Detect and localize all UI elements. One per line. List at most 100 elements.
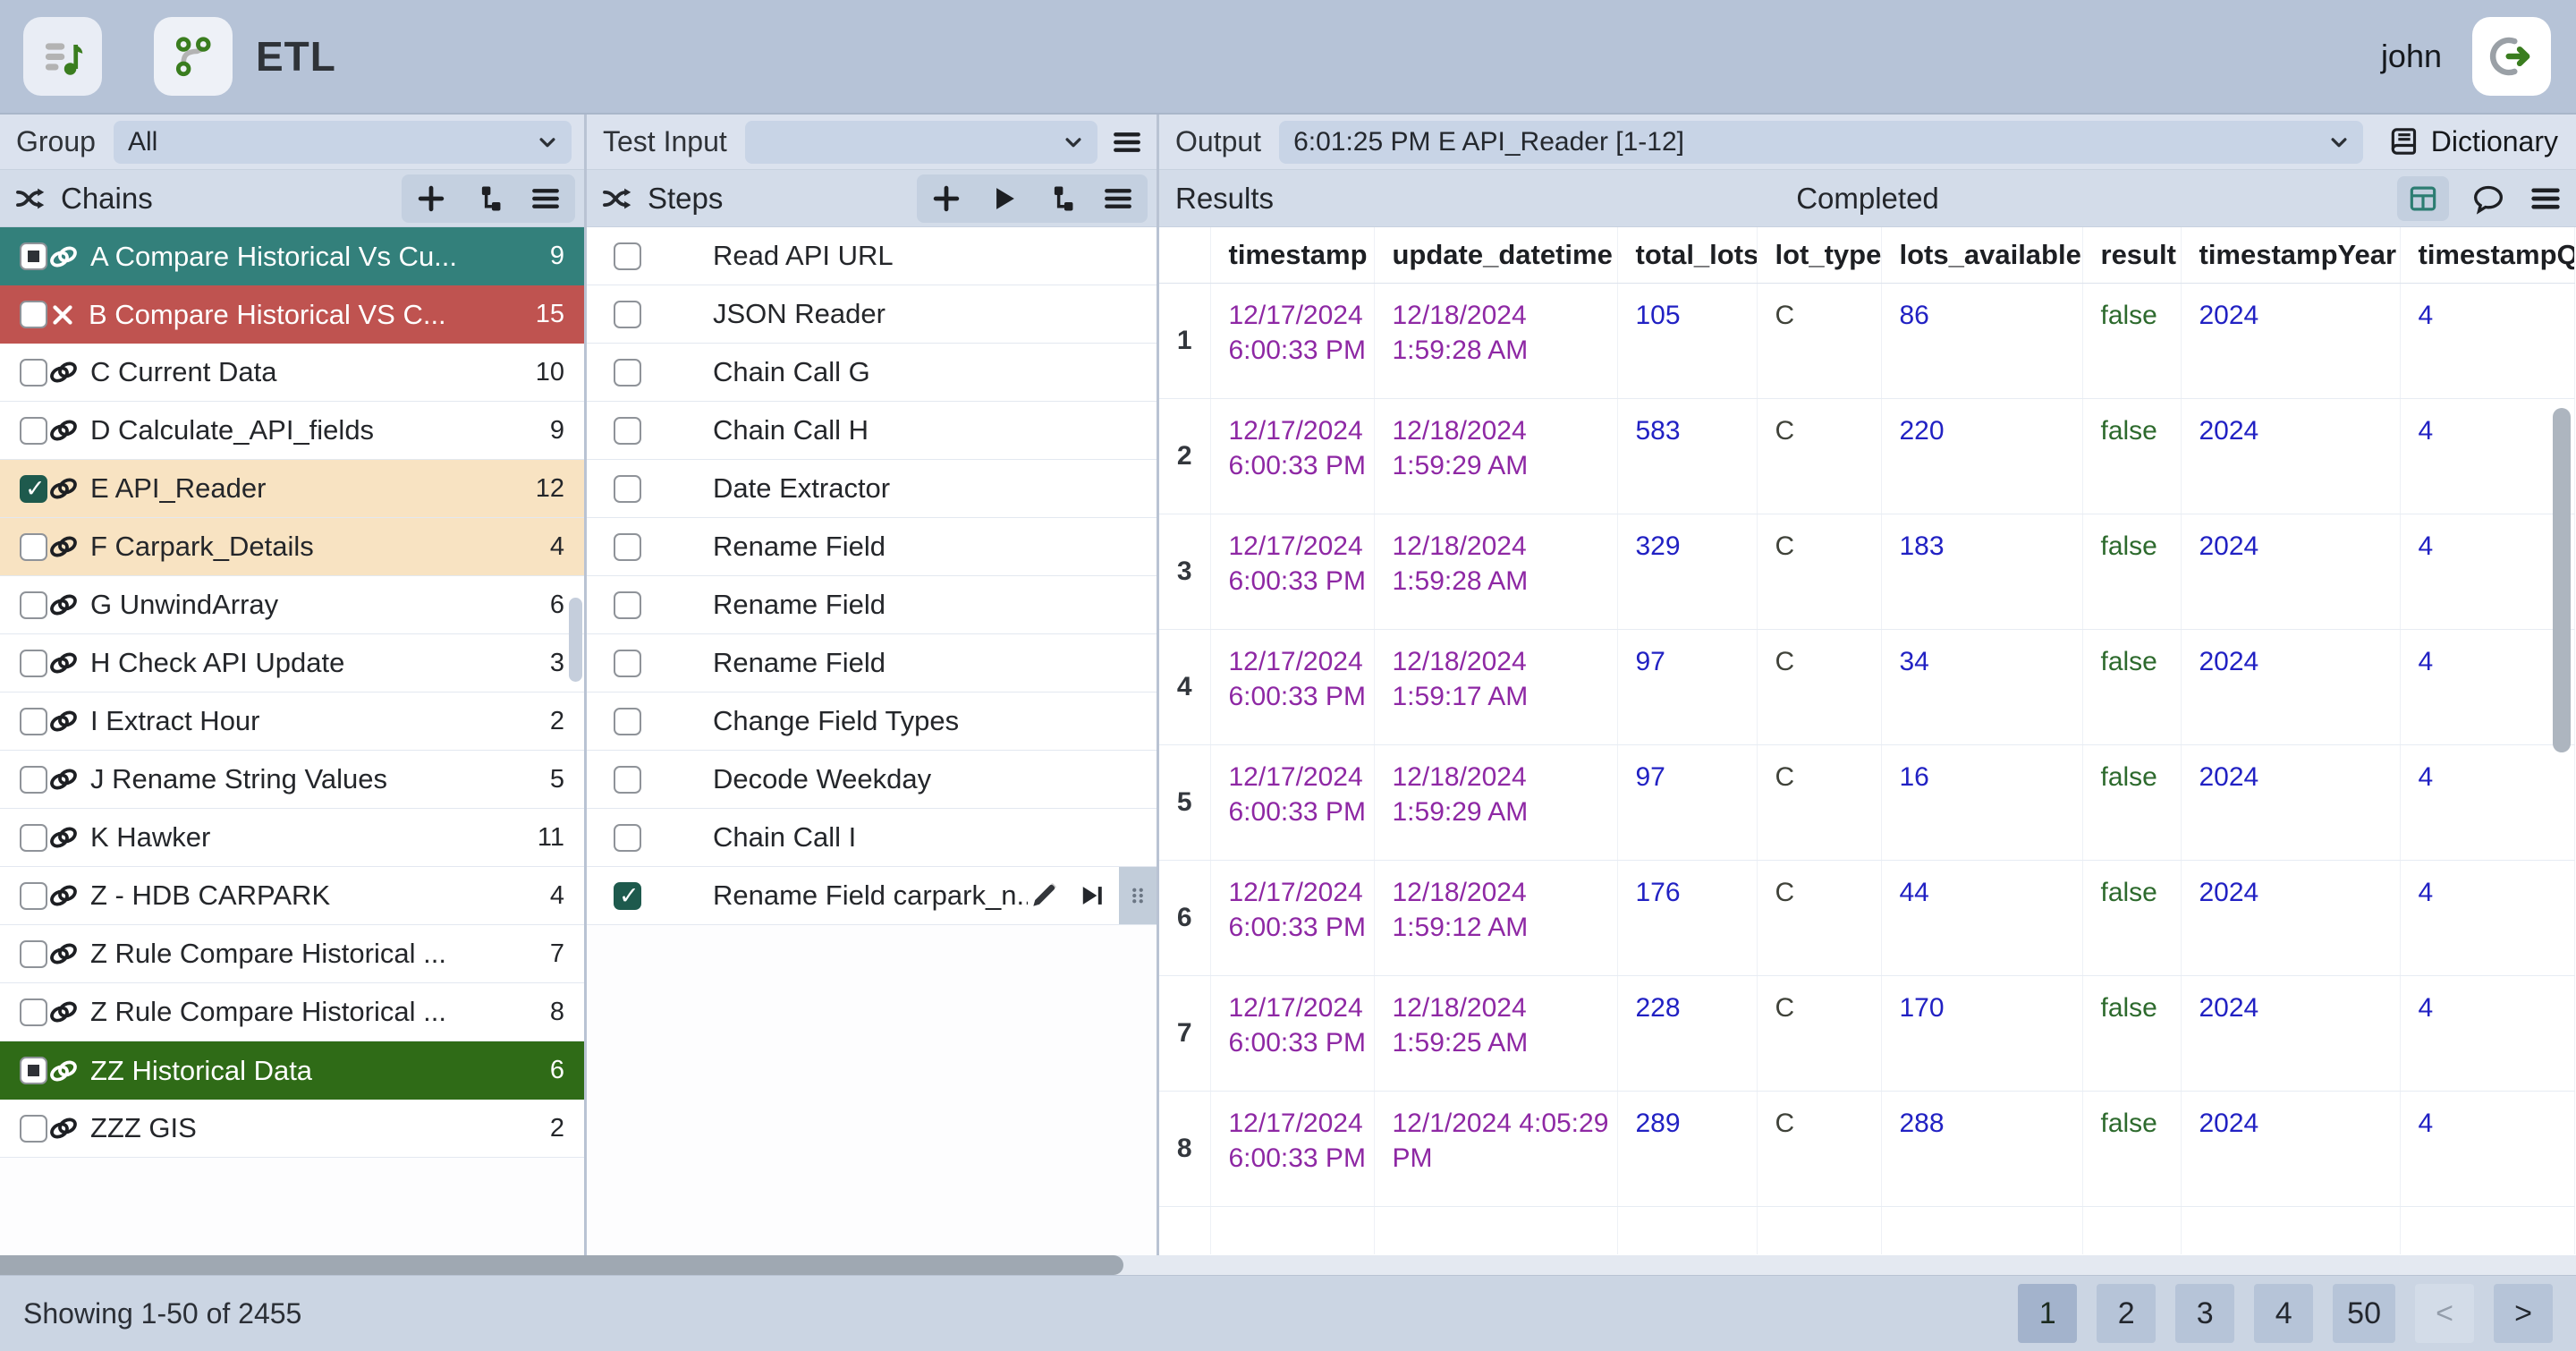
chain-item[interactable]: Z Rule Compare Historical ... 8: [0, 983, 584, 1041]
step-item[interactable]: Chain Call I: [587, 809, 1157, 867]
chain-item[interactable]: ZZZ GIS 2: [0, 1100, 584, 1158]
step-checkbox[interactable]: [614, 882, 641, 910]
step-drag-handle[interactable]: [1119, 867, 1157, 924]
edit-step-button pencil-icon[interactable]: [1028, 879, 1060, 912]
dictionary-button[interactable]: Dictionary: [2381, 124, 2563, 160]
chain-item[interactable]: G UnwindArray 6: [0, 576, 584, 634]
chain-checkbox[interactable]: [20, 533, 47, 561]
step-item[interactable]: Change Field Types: [587, 692, 1157, 751]
horizontal-scrollbar-track[interactable]: [0, 1255, 2576, 1275]
chain-checkbox[interactable]: [20, 650, 47, 677]
add-chain-button plus-icon[interactable]: [414, 182, 448, 216]
step-item[interactable]: Chain Call H: [587, 402, 1157, 460]
chain-checkbox[interactable]: [20, 591, 47, 619]
horizontal-scrollbar-thumb[interactable]: [0, 1255, 1123, 1275]
chain-item[interactable]: J Rename String Values 5: [0, 751, 584, 809]
chain-item[interactable]: Z - HDB CARPARK 4: [0, 867, 584, 925]
chain-checkbox[interactable]: [20, 766, 47, 794]
branch-logo-button[interactable]: [154, 17, 233, 96]
chain-checkbox[interactable]: [20, 882, 47, 910]
steps-tree-button tree-icon[interactable]: [1044, 182, 1078, 216]
chain-checkbox[interactable]: [20, 998, 47, 1026]
chain-item[interactable]: D Calculate_API_fields 9: [0, 402, 584, 460]
prev-page-button[interactable]: <: [2415, 1284, 2474, 1343]
step-item-selected[interactable]: Rename Field carpark_n...: [587, 867, 1157, 925]
table-row[interactable]: 5 12/17/2024 6:00:33 PM 12/18/2024 1:59:…: [1159, 744, 2574, 860]
chain-item[interactable]: ZZ Historical Data 6: [0, 1041, 584, 1100]
column-header[interactable]: timestampQuarter: [2400, 227, 2574, 283]
output-select[interactable]: 6:01:25 PM E API_Reader [1-12]: [1279, 121, 2363, 164]
chain-item[interactable]: C Current Data 10: [0, 344, 584, 402]
test-input-menu-button menu-icon[interactable]: [1110, 125, 1144, 159]
test-input-select[interactable]: [745, 121, 1097, 164]
column-header[interactable]: total_lots: [1617, 227, 1757, 283]
add-step-button plus-icon[interactable]: [929, 182, 963, 216]
column-header[interactable]: update_datetime: [1374, 227, 1617, 283]
column-header[interactable]: timestamp: [1210, 227, 1374, 283]
step-checkbox[interactable]: [614, 475, 641, 503]
chain-item[interactable]: H Check API Update 3: [0, 634, 584, 692]
chain-checkbox[interactable]: [20, 824, 47, 852]
run-steps-button play-icon[interactable]: [987, 182, 1021, 216]
table-row[interactable]: 2 12/17/2024 6:00:33 PM 12/18/2024 1:59:…: [1159, 398, 2574, 514]
results-vertical-scrollbar[interactable]: [2553, 408, 2571, 752]
chain-checkbox[interactable]: [20, 1057, 47, 1084]
chain-item[interactable]: Z Rule Compare Historical ... 7: [0, 925, 584, 983]
table-row[interactable]: 3 12/17/2024 6:00:33 PM 12/18/2024 1:59:…: [1159, 514, 2574, 629]
chain-tree-button tree-icon[interactable]: [471, 182, 505, 216]
table-row[interactable]: 7 12/17/2024 6:00:33 PM 12/18/2024 1:59:…: [1159, 975, 2574, 1091]
chain-item[interactable]: A Compare Historical Vs Cu... 9: [0, 227, 584, 285]
table-row[interactable]: 6 12/17/2024 6:00:33 PM 12/18/2024 1:59:…: [1159, 860, 2574, 975]
step-checkbox[interactable]: [614, 708, 641, 735]
group-select[interactable]: All: [114, 121, 572, 164]
column-header[interactable]: timestampYear: [2181, 227, 2400, 283]
step-checkbox[interactable]: [614, 242, 641, 270]
page-button-4[interactable]: 4: [2254, 1284, 2313, 1343]
step-item[interactable]: Rename Field: [587, 576, 1157, 634]
step-checkbox[interactable]: [614, 591, 641, 619]
results-menu-button menu-icon[interactable]: [2528, 181, 2563, 217]
step-checkbox[interactable]: [614, 417, 641, 445]
step-checkbox[interactable]: [614, 301, 641, 328]
chain-checkbox[interactable]: [20, 301, 47, 328]
steps-menu-button menu-icon[interactable]: [1101, 182, 1135, 216]
table-view-button[interactable]: [2397, 176, 2449, 221]
table-row[interactable]: 8 12/17/2024 6:00:33 PM 12/1/2024 4:05:2…: [1159, 1091, 2574, 1206]
logout-button[interactable]: [2472, 17, 2551, 96]
chain-item[interactable]: K Hawker 11: [0, 809, 584, 867]
step-checkbox[interactable]: [614, 824, 641, 852]
chain-checkbox[interactable]: [20, 417, 47, 445]
chains-scrollbar[interactable]: [569, 598, 582, 682]
column-header[interactable]: lot_type: [1757, 227, 1881, 283]
next-page-button[interactable]: >: [2494, 1284, 2553, 1343]
table-row[interactable]: 1 12/17/2024 6:00:33 PM 12/18/2024 1:59:…: [1159, 283, 2574, 398]
chain-checkbox[interactable]: [20, 242, 47, 270]
chain-item[interactable]: I Extract Hour 2: [0, 692, 584, 751]
step-item[interactable]: Read API URL: [587, 227, 1157, 285]
step-item[interactable]: Date Extractor: [587, 460, 1157, 518]
step-checkbox[interactable]: [614, 650, 641, 677]
step-item[interactable]: Chain Call G: [587, 344, 1157, 402]
chain-item[interactable]: B Compare Historical VS C... 15: [0, 285, 584, 344]
step-checkbox[interactable]: [614, 533, 641, 561]
column-header[interactable]: result: [2082, 227, 2181, 283]
chains-menu-button menu-icon[interactable]: [529, 182, 563, 216]
comments-button chat-icon[interactable]: [2470, 181, 2506, 217]
chain-checkbox[interactable]: [20, 359, 47, 387]
column-header[interactable]: lots_available: [1881, 227, 2082, 283]
table-row[interactable]: 4 12/17/2024 6:00:33 PM 12/18/2024 1:59:…: [1159, 629, 2574, 744]
chain-checkbox[interactable]: [20, 1115, 47, 1143]
chain-checkbox[interactable]: [20, 475, 47, 503]
step-item[interactable]: Decode Weekday: [587, 751, 1157, 809]
chain-checkbox[interactable]: [20, 940, 47, 968]
step-checkbox[interactable]: [614, 766, 641, 794]
music-list-logo-button[interactable]: [23, 17, 102, 96]
step-item[interactable]: JSON Reader: [587, 285, 1157, 344]
page-button-3[interactable]: 3: [2175, 1284, 2234, 1343]
step-checkbox[interactable]: [614, 359, 641, 387]
chain-item[interactable]: F Carpark_Details 4: [0, 518, 584, 576]
page-button-50[interactable]: 50: [2333, 1284, 2395, 1343]
step-item[interactable]: Rename Field: [587, 518, 1157, 576]
chain-item-selected[interactable]: E API_Reader 12: [0, 460, 584, 518]
step-item[interactable]: Rename Field: [587, 634, 1157, 692]
